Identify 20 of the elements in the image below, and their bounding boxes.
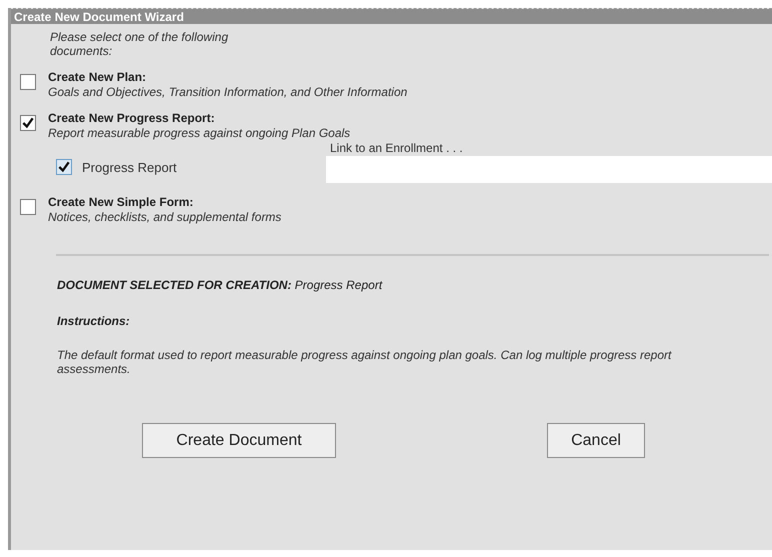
checkbox[interactable] <box>20 115 36 131</box>
selected-document-text: DOCUMENT SELECTED FOR CREATION: Progress Report <box>57 278 384 292</box>
instructions-heading: Instructions: <box>57 314 131 328</box>
enrollment-field[interactable] <box>326 156 772 183</box>
checkbox-label: Progress Report <box>82 160 177 174</box>
checkbox[interactable] <box>56 159 72 175</box>
field-label: Link to an Enrollment . . . <box>330 141 464 155</box>
checkbox[interactable] <box>20 74 36 90</box>
option-description: Goals and Objectives, Transition Information, and Other Information <box>48 85 408 99</box>
prompt-text: Please select one of the following documents: <box>50 30 230 58</box>
option-description: Report measurable progress against ongoing Plan Goals <box>48 126 350 140</box>
option-description: Notices, checklists, and supplemental forms <box>48 210 282 224</box>
option-title: Create New Progress Report: <box>48 111 216 126</box>
window-title: Create New Document Wizard <box>14 10 184 24</box>
instructions-text: The default format used to report measurable progress against ongoing plan goals. Can log multiple progress report assessments. <box>57 348 673 376</box>
option-title: Create New Plan: <box>48 70 148 85</box>
cancel-button[interactable]: Cancel <box>547 423 645 458</box>
create-document-button[interactable]: Create Document <box>142 423 336 458</box>
option-title: Create New Simple Form: <box>48 195 194 210</box>
checkbox[interactable] <box>20 199 36 215</box>
